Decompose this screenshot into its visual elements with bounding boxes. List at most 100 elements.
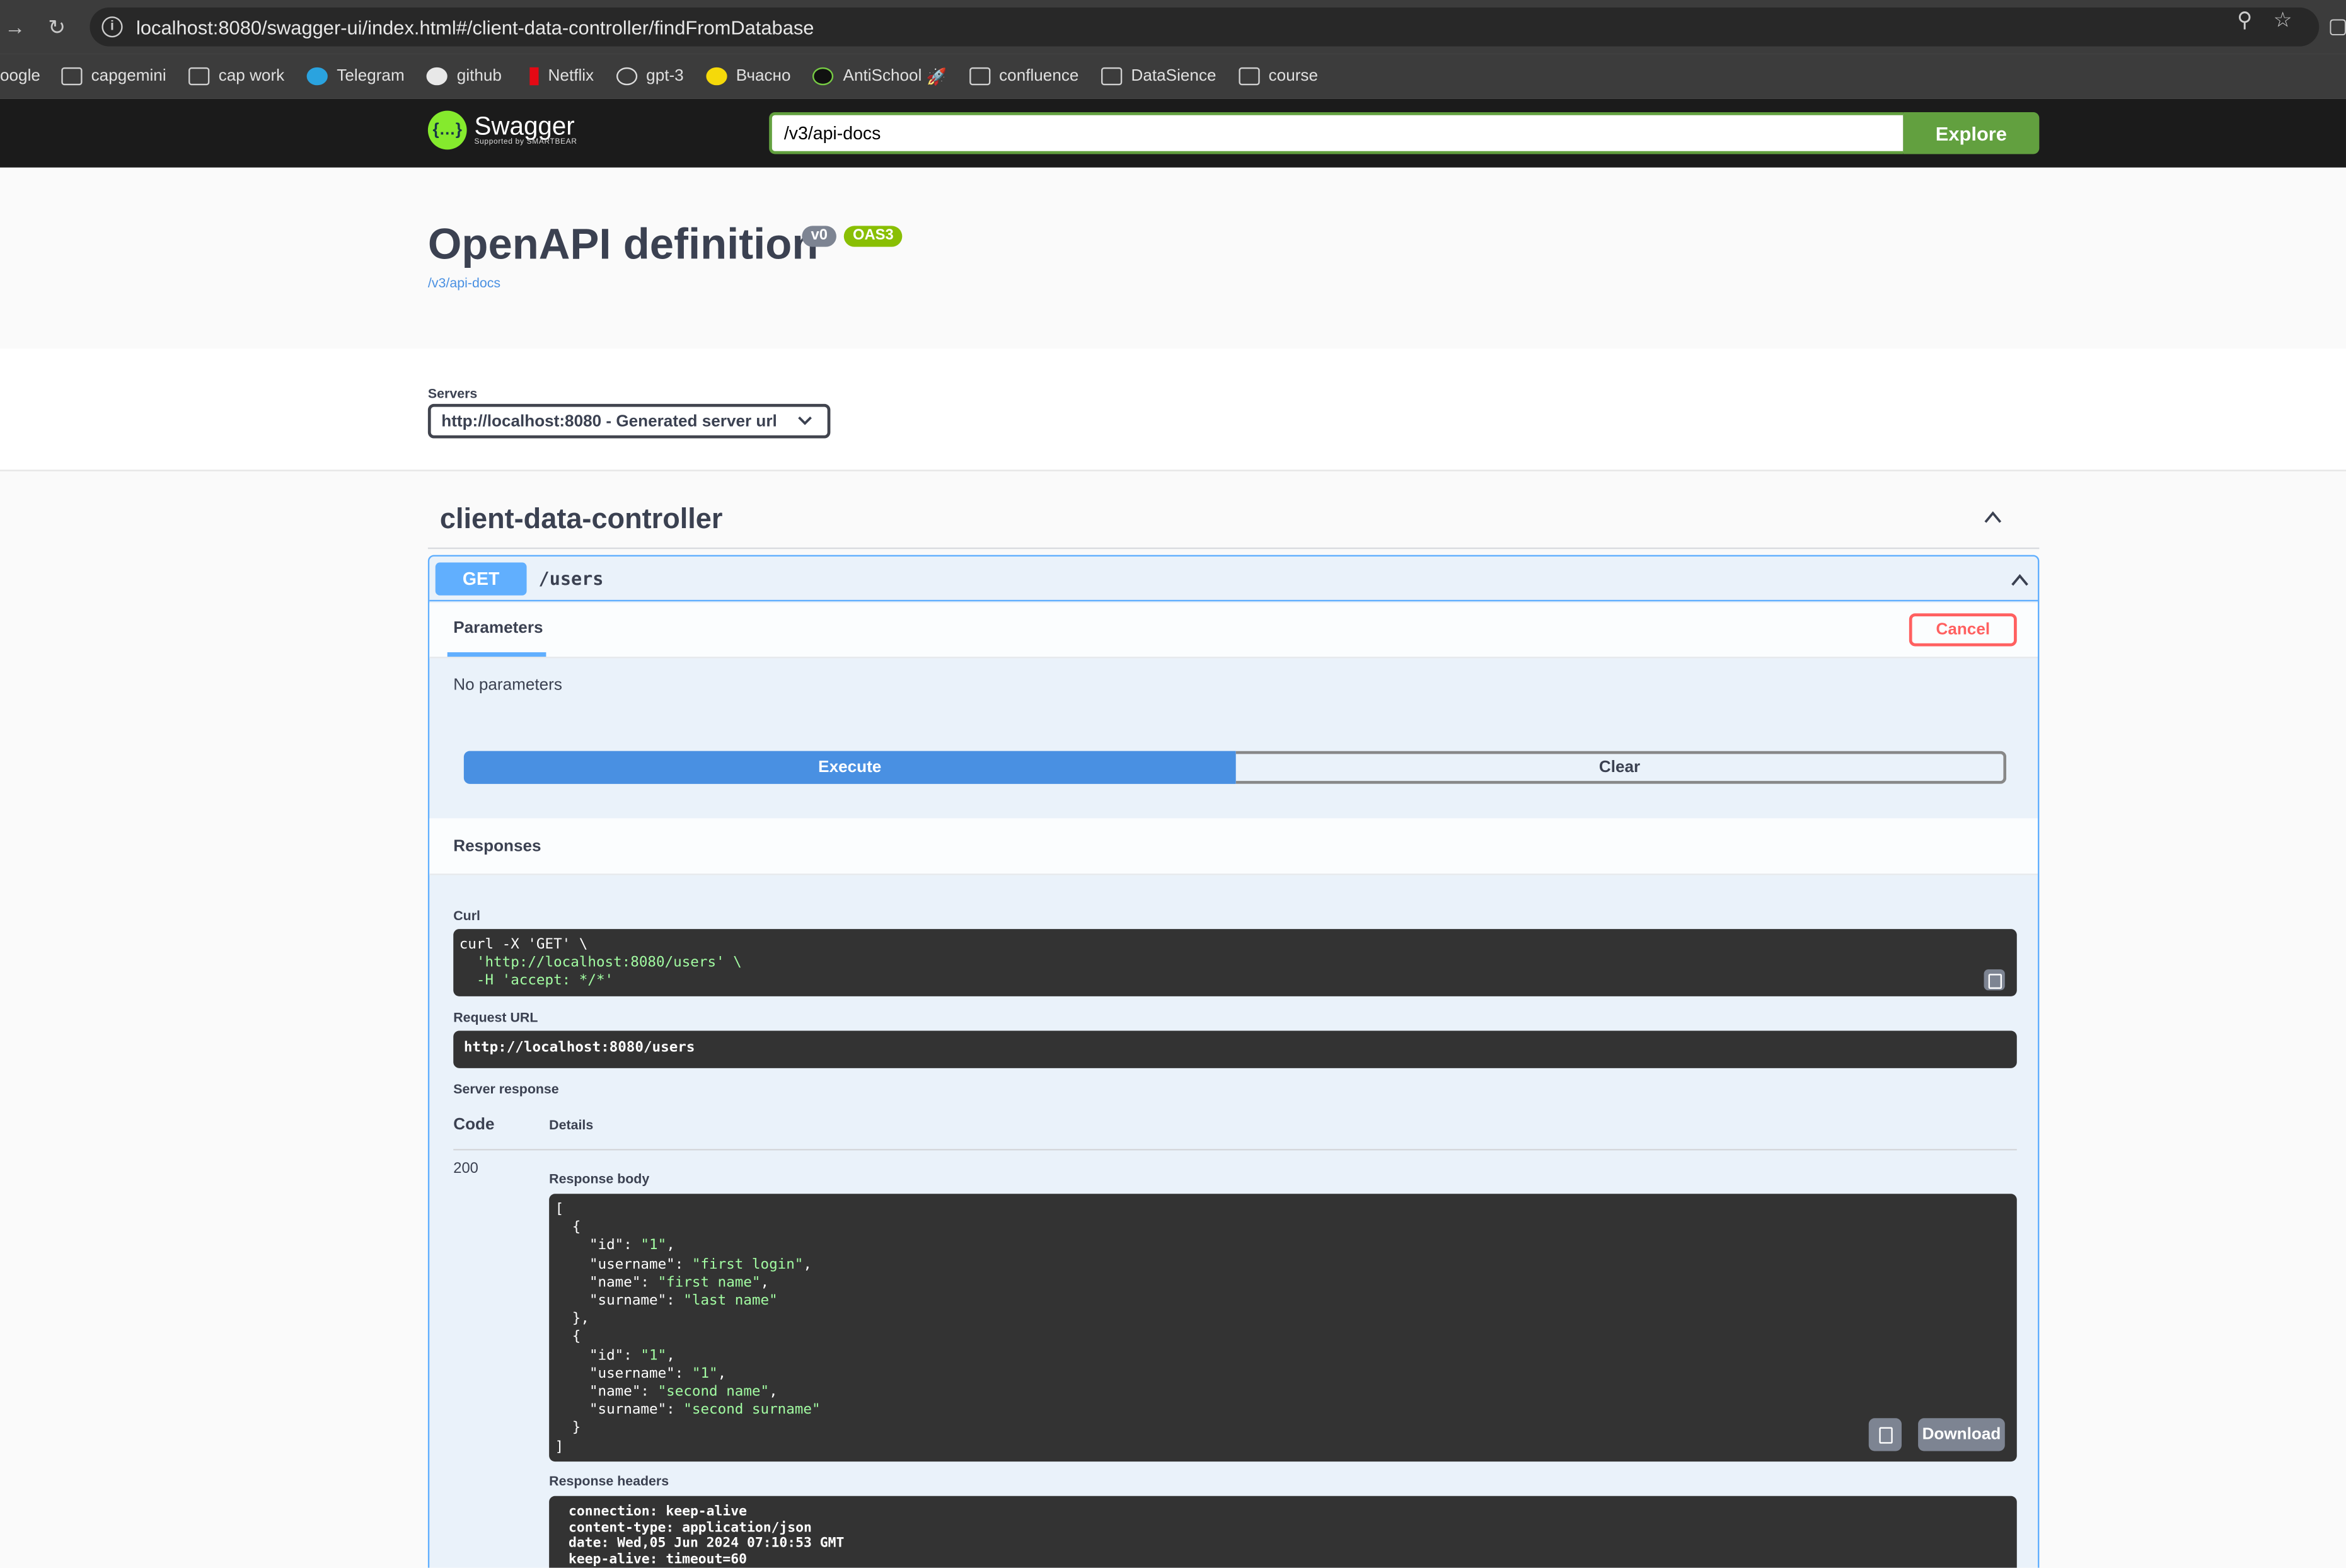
curl-code-block[interactable]: curl -X 'GET' \ 'http://localhost:8080/u… [453,929,2017,996]
folder-icon [1239,67,1260,86]
curl-label: Curl [453,908,480,923]
response-headers-block[interactable]: connection: keep-alive content-type: app… [549,1496,2017,1568]
cancel-button[interactable]: Cancel [1909,613,2017,647]
bookmark-antischool[interactable]: AntiSchool 🚀 [813,67,947,86]
json-string-value: "1" [691,1365,718,1382]
request-url-label: Request URL [453,1010,538,1025]
json-brace: { [572,1219,581,1237]
browser-toolbar: → ↻ i localhost:8080/swagger-ui/index.ht… [0,0,2346,54]
json-punct: , [717,1365,727,1382]
swagger-logo-icon: {…} [427,110,467,150]
bookmark-vchasno[interactable]: Вчасно [706,67,790,86]
json-punct: , [760,1274,770,1291]
json-string-value: "first name" [657,1274,761,1291]
explore-button[interactable]: Explore [1903,112,2040,154]
server-response-label: Server response [453,1081,559,1097]
servers-selected-value: http://localhost:8080 - Generated server… [441,412,777,430]
request-url-block[interactable]: http://localhost:8080/users [453,1030,2017,1068]
json-string-value: "1" [640,1238,667,1255]
zoom-icon[interactable]: ⚲ [2237,8,2252,33]
bookmark-telegram[interactable]: Telegram [306,67,405,86]
details-column-header: Details [549,1117,594,1133]
chevron-up-icon[interactable] [2011,572,2028,589]
json-string-value: "1" [640,1347,667,1364]
responses-title: Responses [453,838,541,856]
chevron-down-icon [797,413,812,432]
json-key: "id": [555,1238,641,1255]
operation-summary[interactable]: GET /users [429,556,2038,602]
tab-parameters[interactable]: Parameters [453,620,543,637]
site-info-icon[interactable]: i [101,16,123,38]
operation-get-users: GET /users Parameters Cancel No paramete… [427,555,2040,1568]
response-header-line: date: Wed,05 Jun 2024 07:10:53 GMT [569,1536,845,1552]
bookmark-confluence[interactable]: confluence [969,67,1078,86]
chevron-up-icon[interactable] [1984,509,2002,526]
api-title: OpenAPI definition [427,221,819,270]
copy-icon[interactable] [1984,969,2005,991]
json-punct: , [769,1383,778,1400]
json-key: "surname": [555,1292,684,1310]
bookmark-capgemini[interactable]: capgemini [61,67,166,86]
spec-link[interactable]: /v3/api-docs [428,275,500,291]
address-bar[interactable]: i localhost:8080/swagger-ui/index.html#/… [90,7,2320,47]
logo-name: Swagger [474,112,575,141]
json-key: "name": [555,1383,658,1400]
servers-select[interactable]: http://localhost:8080 - Generated server… [427,403,831,439]
response-body-block[interactable]: [ { "id": "1", "username": "first login"… [549,1194,2017,1462]
folder-icon [1101,67,1123,86]
execute-button[interactable]: Execute [463,751,1236,784]
bookmarks-bar: oogle capgemini cap work Telegram github… [0,54,2346,99]
response-body-label: Response body [549,1171,650,1187]
tag-title[interactable]: client-data-controller [440,504,723,537]
netflix-icon [530,67,540,86]
clear-button[interactable]: Clear [1235,751,2007,784]
folder-icon [61,67,83,86]
table-divider [453,1149,2017,1151]
reload-icon[interactable]: ↻ [42,15,71,40]
swagger-logo[interactable]: {…} Swagger Supported by SMARTBEAR [427,110,577,150]
bookmark-datasience[interactable]: DataSience [1101,67,1216,86]
json-key: "name": [555,1274,658,1291]
bookmark-gpt3[interactable]: gpt-3 [616,67,684,86]
response-header-line: content-type: application/json [569,1521,812,1536]
response-header-line: keep-alive: timeout=60 [569,1552,748,1568]
url-text[interactable]: localhost:8080/swagger-ui/index.html#/cl… [136,16,814,38]
json-bracket: ] [555,1438,564,1455]
version-badge: v0 [802,226,837,247]
servers-label: Servers [427,386,478,401]
json-string-value: "first login" [691,1255,804,1273]
folder-icon [188,67,210,86]
spec-url-input[interactable]: /v3/api-docs [769,112,1904,154]
bookmark-google[interactable]: oogle [0,67,40,85]
extension-icon[interactable]: ▢ [2328,13,2346,38]
json-brace: { [572,1329,581,1346]
json-key: "id": [555,1347,641,1364]
status-code: 200 [453,1161,478,1178]
json-punct: , [803,1255,812,1273]
json-key: "username": [555,1365,692,1382]
bookmark-github[interactable]: github [427,67,502,86]
method-badge: GET [435,562,527,596]
bookmark-course[interactable]: course [1239,67,1318,86]
telegram-icon [306,67,328,86]
json-string-value: "last name" [683,1292,778,1310]
download-button[interactable]: Download [1918,1418,2005,1451]
github-icon [427,67,448,86]
servers-section [0,349,2346,471]
json-bracket: [ [555,1201,564,1218]
copy-icon[interactable] [1868,1418,1902,1451]
response-headers-label: Response headers [549,1473,669,1489]
bookmark-cap-work[interactable]: cap work [188,67,284,86]
json-brace: }, [572,1310,589,1328]
code-column-header: Code [453,1115,495,1134]
parameters-header: Parameters Cancel [429,602,2038,659]
no-parameters-text: No parameters [453,676,562,695]
forward-arrow-icon[interactable]: → [0,15,30,39]
json-punct: , [666,1238,675,1255]
bookmark-netflix[interactable]: Netflix [524,67,594,86]
curl-line: 'http://localhost:8080/users' \ [459,954,742,972]
oas-badge: OAS3 [843,226,903,247]
bookmark-star-icon[interactable]: ☆ [2274,8,2292,33]
json-key: "username": [555,1255,692,1273]
vchasno-icon [706,67,727,86]
